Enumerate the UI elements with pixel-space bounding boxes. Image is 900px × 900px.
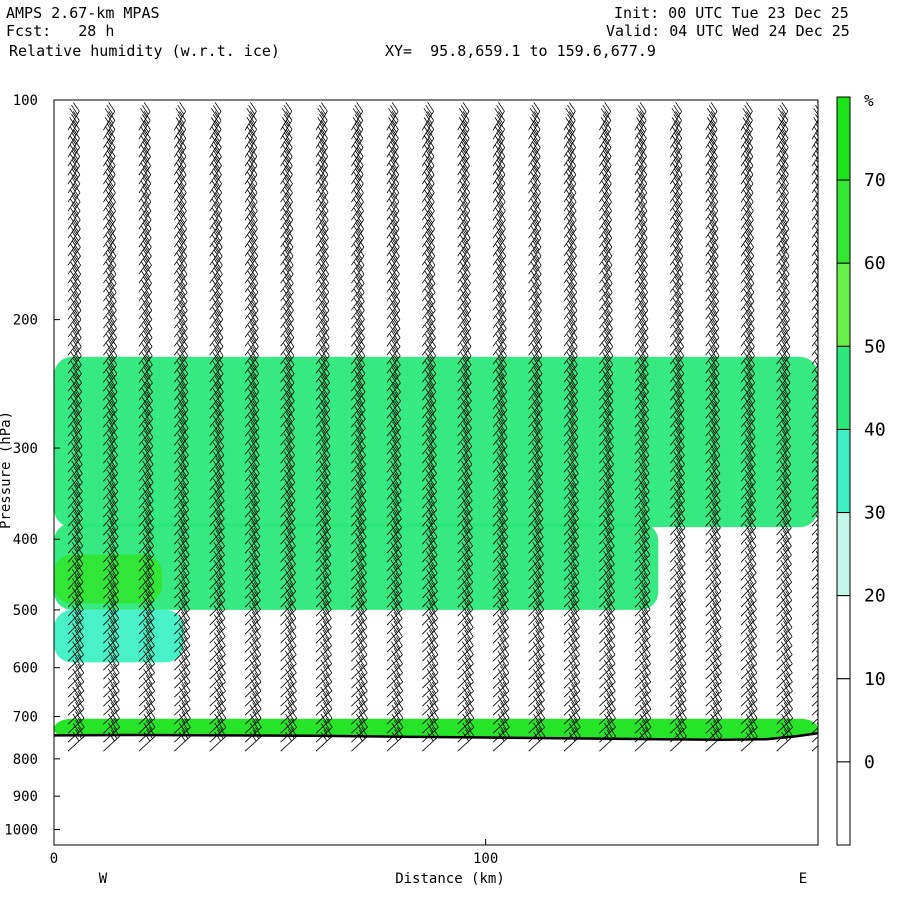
wind-barb [811,605,818,626]
wind-barb [811,596,818,617]
wind-barb [811,623,818,644]
colorbar-segment [836,761,851,846]
colorbar-level-label: 70 [864,170,886,191]
cross-section-figure: 1002003004005006007008009001000 0 100 Pre… [0,91,886,887]
wind-barb [811,578,818,599]
y-tick-label: 900 [13,789,38,805]
y-tick-label: 100 [13,93,38,109]
below-ground-mask [54,733,818,845]
colorbar-level-label: 0 [864,752,875,773]
colorbar-level-label: 10 [864,669,886,690]
x-tick-label: 100 [473,851,498,867]
y-tick-label: 200 [13,313,38,329]
y-tick-label: 800 [13,752,38,768]
y-axis-label: Pressure (hPa) [0,411,14,529]
y-tick-label: 400 [13,532,38,548]
colorbar-segment [836,345,851,430]
colorbar-segment [836,595,851,680]
wind-barb [811,550,818,572]
terrain-layer [54,732,818,845]
wind-barb [811,521,818,545]
colorbar-level-label: 40 [864,419,886,440]
colorbar-level-label: 30 [864,503,886,524]
y-tick-label: 500 [13,603,38,619]
wind-barb [811,541,818,563]
wind-barb [811,340,818,365]
y-tick-label: 1000 [4,823,38,839]
y-tick-label: 700 [13,710,38,726]
east-label: E [799,871,807,887]
colorbar-segment [836,678,851,763]
y-tick-label: 300 [13,441,38,457]
colorbar-segment [836,96,851,181]
colorbar-segment [836,428,851,514]
x-tick-label: 0 [50,851,58,867]
colorbar-segment [836,512,851,597]
colorbar-level-label: 20 [864,586,886,607]
colorbar: 0 10 20 30 40 50 60 70 [836,96,886,846]
wind-barb [811,569,818,590]
colorbar-segment [836,179,851,264]
x-axis-label: Distance (km) [395,871,505,887]
west-label: W [99,871,108,887]
y-tick-label: 600 [13,661,38,677]
colorbar-unit: % [864,91,874,110]
colorbar-level-label: 60 [864,253,886,274]
wind-barb [811,322,818,347]
wind-barb [811,532,818,554]
wind-barb [811,331,818,356]
colorbar-segment [836,262,851,347]
wind-barb [811,559,818,581]
wind-barb [811,587,818,608]
colorbar-level-label: 50 [864,336,886,357]
